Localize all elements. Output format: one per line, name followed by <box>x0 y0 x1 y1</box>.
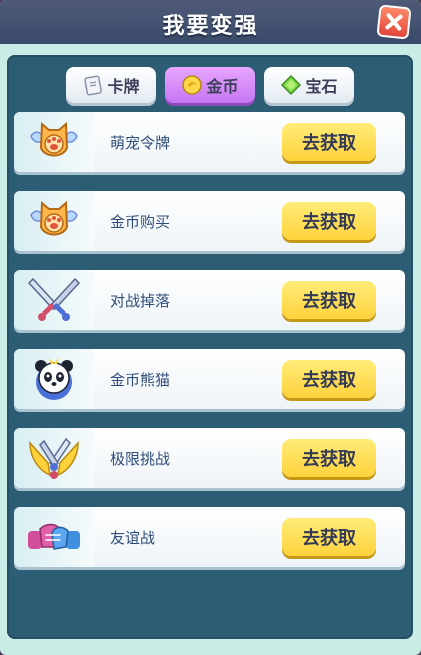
card-icon <box>82 74 104 96</box>
dialog-frame: 我要变强 卡牌 金币 宝石 萌宠令牌 去获取 金币购买 去获取 对战掉落 去获取… <box>0 0 421 655</box>
winged-sword-icon <box>14 428 94 488</box>
tab-coin[interactable]: 金币 <box>165 67 255 103</box>
row-label: 金币熊猫 <box>110 371 171 389</box>
gem-icon <box>280 74 302 96</box>
get-button[interactable]: 去获取 <box>282 281 376 319</box>
crossed-swords-icon <box>14 270 94 330</box>
row-label: 极限挑战 <box>110 450 171 468</box>
tab-gem[interactable]: 宝石 <box>264 67 354 103</box>
list-item: 金币购买 去获取 <box>14 191 405 251</box>
tab-gem-label: 宝石 <box>305 77 338 96</box>
get-button[interactable]: 去获取 <box>282 360 376 398</box>
list-item: 金币熊猫 去获取 <box>14 349 405 409</box>
paw-badge-icon <box>14 191 94 251</box>
list-item: 萌宠令牌 去获取 <box>14 112 405 172</box>
tab-coin-label: 金币 <box>206 77 239 96</box>
row-label: 萌宠令牌 <box>110 134 171 152</box>
paw-badge-icon <box>14 112 94 172</box>
get-button[interactable]: 去获取 <box>282 202 376 240</box>
dialog-title: 我要变强 <box>162 14 259 39</box>
handshake-icon <box>14 507 94 567</box>
close-button[interactable] <box>376 4 412 40</box>
get-button[interactable]: 去获取 <box>282 123 376 161</box>
row-label: 金币购买 <box>110 213 171 231</box>
get-button[interactable]: 去获取 <box>282 439 376 477</box>
close-icon <box>385 13 403 31</box>
tab-card[interactable]: 卡牌 <box>66 67 156 103</box>
panda-icon <box>14 349 94 409</box>
row-label: 对战掉落 <box>110 292 171 310</box>
list-item: 极限挑战 去获取 <box>14 428 405 488</box>
row-label: 友谊战 <box>110 529 156 547</box>
coin-icon <box>181 74 203 96</box>
list-item: 友谊战 去获取 <box>14 507 405 567</box>
tab-card-label: 卡牌 <box>107 77 140 96</box>
dialog-header: 我要变强 <box>0 0 421 44</box>
get-button[interactable]: 去获取 <box>282 518 376 556</box>
list-item: 对战掉落 去获取 <box>14 270 405 330</box>
